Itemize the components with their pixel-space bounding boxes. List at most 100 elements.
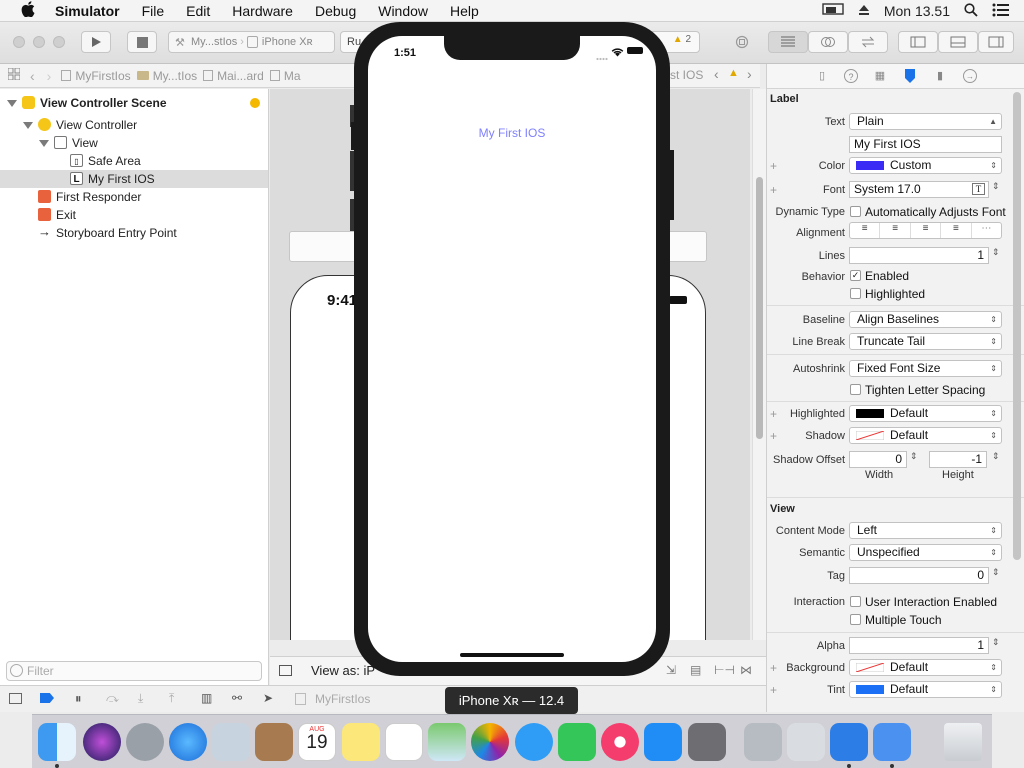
disclosure-triangle-icon[interactable] (39, 140, 49, 147)
menu-app-name[interactable]: Simulator (55, 3, 120, 19)
alpha-stepper[interactable]: ⇕ (992, 637, 1000, 648)
back-arrow-icon[interactable]: ‹ (30, 68, 35, 84)
lines-input[interactable]: 1 (849, 247, 989, 264)
resolve-issues-icon[interactable]: ⋈ (740, 663, 752, 677)
enabled-checkbox[interactable]: ✓ (850, 270, 861, 281)
warning-icon[interactable]: ▲ (673, 34, 683, 45)
stop-button[interactable] (127, 31, 157, 53)
issue-back-icon[interactable]: ‹ (714, 66, 719, 82)
shadow-height-stepper[interactable]: ⇕ (992, 451, 1000, 462)
inspector-scrollbar-thumb[interactable] (1013, 92, 1021, 560)
safari-icon[interactable] (169, 723, 207, 761)
pause-icon[interactable]: ⏸ (75, 691, 82, 707)
shadow-width-input[interactable]: 0 (849, 451, 907, 468)
quick-help-icon[interactable]: ? (844, 69, 858, 83)
view-hierarchy-icon[interactable]: ▥ (201, 691, 212, 705)
highlighted-color-popup[interactable]: Default ⇕ (849, 405, 1002, 422)
toggle-inspector-button[interactable] (978, 31, 1014, 53)
version-editor-button[interactable] (848, 31, 888, 53)
tag-input[interactable]: 0 (849, 567, 989, 584)
shadow-height-input[interactable]: -1 (929, 451, 987, 468)
spotlight-search-icon[interactable] (964, 2, 978, 20)
line-break-popup[interactable]: Truncate Tail ⇕ (849, 333, 1002, 350)
issue-forward-icon[interactable]: › (747, 66, 752, 82)
assistant-editor-button[interactable] (808, 31, 848, 53)
side-button[interactable] (670, 150, 674, 220)
outline-item-first-responder[interactable]: First Responder (0, 188, 268, 206)
align-justified-icon[interactable]: ≡ (941, 223, 972, 238)
forward-arrow-icon[interactable]: › (47, 68, 52, 84)
align-right-icon[interactable]: ≡ (911, 223, 942, 238)
size-inspector-icon[interactable]: ▮ (933, 69, 947, 83)
align-center-icon[interactable]: ≡ (880, 223, 911, 238)
facetime-icon[interactable] (558, 723, 596, 761)
multiple-touch-checkbox[interactable] (850, 614, 861, 625)
simulator-icon[interactable] (873, 723, 911, 761)
maps-icon[interactable] (428, 723, 466, 761)
file-inspector-icon[interactable]: ▯ (815, 69, 829, 83)
standard-editor-button[interactable] (768, 31, 808, 53)
outline-item-entry-point[interactable]: → Storyboard Entry Point (0, 224, 268, 242)
baseline-popup[interactable]: Align Baselines ⇕ (849, 311, 1002, 328)
messages-icon[interactable] (515, 723, 553, 761)
home-indicator[interactable] (460, 653, 564, 657)
semantic-popup[interactable]: Unspecified ⇕ (849, 544, 1002, 561)
connections-inspector-icon[interactable]: → (963, 69, 977, 83)
auto-adjust-font-checkbox[interactable] (850, 206, 861, 217)
window-zoom-button[interactable] (53, 36, 65, 48)
window-close-button[interactable] (13, 36, 25, 48)
toggle-outline-icon[interactable] (279, 665, 292, 676)
filter-input[interactable]: Filter (6, 661, 262, 681)
hide-debug-area-icon[interactable] (9, 693, 22, 704)
attributes-inspector-icon[interactable] (903, 69, 917, 83)
text-type-popup[interactable]: Plain ▲ (849, 113, 1002, 130)
tag-stepper[interactable]: ⇕ (992, 567, 1000, 578)
disk-utility-icon[interactable] (744, 723, 782, 761)
lines-stepper[interactable]: ⇕ (992, 247, 1000, 258)
location-icon[interactable]: ➤ (263, 691, 273, 705)
eject-icon[interactable] (858, 3, 870, 19)
align-natural-icon[interactable]: ⋯ (972, 223, 1001, 238)
content-mode-popup[interactable]: Left ⇕ (849, 522, 1002, 539)
memory-graph-icon[interactable]: ⚯ (232, 691, 242, 705)
toggle-navigator-button[interactable] (898, 31, 938, 53)
ringer-switch[interactable] (351, 122, 354, 150)
outline-item-scene[interactable]: View Controller Scene (0, 94, 268, 112)
app-store-icon[interactable] (644, 723, 682, 761)
outline-item-safe-area[interactable]: ▯ Safe Area (0, 152, 268, 170)
menu-hardware[interactable]: Hardware (232, 3, 293, 19)
xcode-icon[interactable] (830, 723, 868, 761)
window-minimize-button[interactable] (33, 36, 45, 48)
disclosure-triangle-icon[interactable] (7, 100, 17, 107)
menubar-clock[interactable]: Mon 13.51 (884, 3, 950, 19)
scheme-selector[interactable]: ⚒ My...stIos › iPhone Xʀ (168, 31, 335, 53)
canvas-vertical-scrollbar[interactable] (752, 89, 766, 640)
menu-debug[interactable]: Debug (315, 3, 356, 19)
shadow-color-popup[interactable]: Default ⇕ (849, 427, 1002, 444)
reminders-icon[interactable] (385, 723, 423, 761)
library-button[interactable] (731, 31, 753, 53)
notification-center-icon[interactable] (992, 3, 1010, 20)
menu-file[interactable]: File (142, 3, 165, 19)
view-as-label[interactable]: View as: iP (311, 663, 375, 678)
itunes-icon[interactable] (601, 723, 639, 761)
mail-icon[interactable] (212, 723, 250, 761)
apple-menu-icon[interactable] (17, 0, 39, 21)
breadcrumb-current[interactable]: st IOS (670, 68, 703, 82)
align-icon[interactable]: ▤ (690, 663, 701, 677)
update-frames-icon[interactable]: ⇲ (666, 663, 676, 677)
background-color-popup[interactable]: Default ⇕ (849, 659, 1002, 676)
user-interaction-checkbox[interactable] (850, 596, 861, 607)
launchpad-icon[interactable] (126, 723, 164, 761)
airplay-display-icon[interactable] (822, 2, 844, 20)
shadow-width-stepper[interactable]: ⇕ (910, 451, 918, 462)
step-out-icon[interactable]: ⤒ (169, 691, 174, 706)
run-button[interactable] (81, 31, 111, 53)
calendar-icon[interactable]: AUG 19 (298, 723, 336, 761)
outline-item-view[interactable]: View (0, 134, 268, 152)
tint-color-popup[interactable]: Default ⇕ (849, 681, 1002, 698)
toggle-debug-area-button[interactable] (938, 31, 978, 53)
step-over-icon[interactable]: ⤼ (106, 691, 119, 706)
breadcrumb-group[interactable]: My...tIos (153, 69, 197, 83)
label-text-input[interactable]: My First IOS (849, 136, 1002, 153)
